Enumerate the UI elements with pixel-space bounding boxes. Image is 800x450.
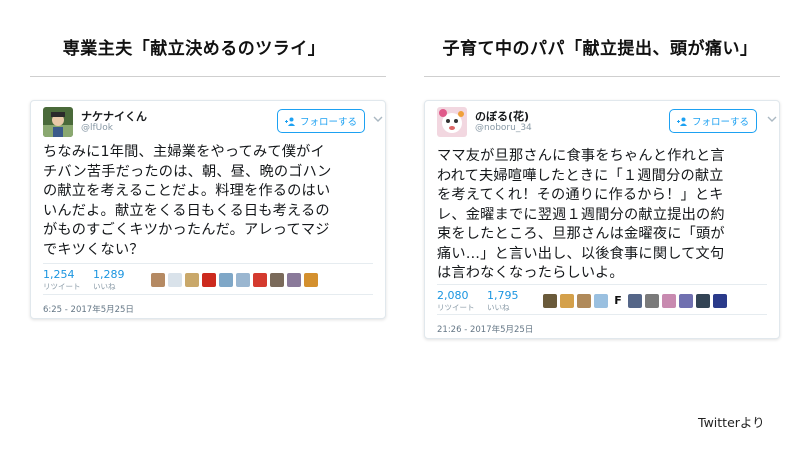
stats-divider-bottom	[437, 314, 767, 315]
tweet-text-line: を考えてくれ！その通りに作るから！」とキ	[437, 187, 724, 203]
tweet-text-line: がものすごくキツかったんだ。アレってマジ	[43, 222, 330, 238]
add-user-icon	[284, 117, 295, 126]
user-avatar[interactable]	[43, 107, 73, 137]
right-title-divider	[424, 76, 780, 77]
tweet-header: のぼる(花) @noboru_34 フォローする	[437, 107, 777, 141]
tweet-text-line: の献立を考えることだよ。料理を作るのはい	[43, 183, 331, 199]
retweet-label: リツイート	[43, 282, 81, 291]
tweet-text-line: レ、金曜までに翌週１週間分の献立提出の約	[437, 206, 725, 223]
follow-button-label: フォローする	[691, 117, 749, 128]
tweet-timestamp[interactable]: 6:25 - 2017年5月25日	[43, 303, 134, 315]
liker-avatar[interactable]	[679, 294, 693, 308]
liker-avatar[interactable]: F	[611, 294, 625, 308]
like-label: いいね	[487, 303, 510, 312]
liker-avatar[interactable]	[560, 294, 574, 308]
liker-avatar[interactable]	[287, 273, 301, 287]
like-stat[interactable]: 1,795 いいね	[487, 289, 519, 313]
chevron-down-icon[interactable]	[373, 115, 383, 123]
source-caption: Twitterより	[698, 415, 765, 430]
user-handle[interactable]: @noboru_34	[475, 123, 532, 133]
user-avatar[interactable]	[437, 107, 467, 137]
liker-avatars: F	[543, 294, 727, 308]
tweet-text-line: ちなみに1年間、主婦業をやってみて僕がイ	[43, 144, 325, 160]
user-handle[interactable]: @lfUok	[81, 123, 113, 133]
like-count: 1,795	[487, 289, 519, 302]
liker-avatar[interactable]	[543, 294, 557, 308]
tweet-text: ママ友が旦那さんに食事をちゃんと作れと言 われて夫婦喧嘩したときに「１週間分の献…	[437, 147, 725, 284]
right-slide-title: 子育て中のパパ「献立提出、頭が痛い」	[442, 39, 758, 59]
tweet-text-line: チバン苦手だったのは、朝、昼、晩のゴハン	[43, 163, 332, 180]
like-count: 1,289	[93, 268, 125, 281]
liker-avatar[interactable]	[253, 273, 267, 287]
follow-button-label: フォローする	[299, 117, 357, 128]
tweet-text-line: でキツくない？	[43, 241, 144, 258]
left-title-divider	[30, 76, 386, 77]
liker-avatar[interactable]	[151, 273, 165, 287]
tweet-header: ナケナイくん @lfUok フォローする	[43, 107, 383, 141]
like-stat[interactable]: 1,289 いいね	[93, 268, 125, 292]
tweet-text-line: ママ友が旦那さんに食事をちゃんと作れと言	[437, 148, 725, 164]
retweet-label: リツイート	[437, 303, 475, 312]
liker-avatar[interactable]	[185, 273, 199, 287]
add-user-icon	[676, 117, 687, 126]
liker-avatars	[151, 273, 318, 287]
liker-avatar[interactable]	[219, 273, 233, 287]
retweet-count: 1,254	[43, 268, 75, 281]
retweet-stat[interactable]: 2,080 リツイート	[437, 289, 475, 313]
stats-divider-bottom	[43, 294, 373, 295]
chevron-down-icon[interactable]	[767, 115, 777, 123]
liker-avatar[interactable]	[628, 294, 642, 308]
stats-divider-top	[43, 263, 373, 264]
display-name[interactable]: ナケナイくん	[81, 108, 147, 124]
tweet-text-line: 痛い…」と言い出し、以後食事に関して文句	[437, 245, 725, 262]
tweet-text-line: は言わなくなったらしいよ。	[437, 265, 624, 281]
tweet-text-line: 束をしたところ、旦那さんは金曜夜に「頭が	[437, 226, 725, 242]
retweet-stat[interactable]: 1,254 リツイート	[43, 268, 81, 292]
tweet-timestamp[interactable]: 21:26 - 2017年5月25日	[437, 323, 533, 335]
stats-divider-top	[437, 284, 767, 285]
liker-avatar[interactable]	[304, 273, 318, 287]
tweet-card-noboru: のぼる(花) @noboru_34 フォローする ママ友が旦那さんに食事をちゃん…	[424, 100, 780, 339]
like-label: いいね	[93, 282, 116, 291]
liker-avatar[interactable]	[577, 294, 591, 308]
tweet-card-nakenaikun: ナケナイくん @lfUok フォローする ちなみに1年間、主婦業をやってみて僕が…	[30, 100, 386, 319]
liker-avatar[interactable]	[696, 294, 710, 308]
display-name[interactable]: のぼる(花)	[475, 108, 529, 124]
liker-avatar[interactable]	[202, 273, 216, 287]
liker-avatar[interactable]	[662, 294, 676, 308]
retweet-count: 2,080	[437, 289, 469, 302]
liker-avatar[interactable]	[270, 273, 284, 287]
tweet-text-line: われて夫婦喧嘩したときに「１週間分の献立	[437, 167, 724, 184]
follow-button[interactable]: フォローする	[669, 109, 757, 133]
tweet-text-line: いんだよ。献立をくる日もくる日も考えるの	[43, 202, 330, 219]
follow-button[interactable]: フォローする	[277, 109, 365, 133]
left-slide-title: 専業主夫「献立決めるのツライ」	[62, 39, 326, 59]
tweet-text: ちなみに1年間、主婦業をやってみて僕がイ チバン苦手だったのは、朝、昼、晩のゴハ…	[43, 143, 331, 260]
liker-avatar[interactable]	[236, 273, 250, 287]
liker-avatar[interactable]	[645, 294, 659, 308]
liker-avatar[interactable]	[594, 294, 608, 308]
liker-avatar[interactable]	[713, 294, 727, 308]
liker-avatar[interactable]	[168, 273, 182, 287]
